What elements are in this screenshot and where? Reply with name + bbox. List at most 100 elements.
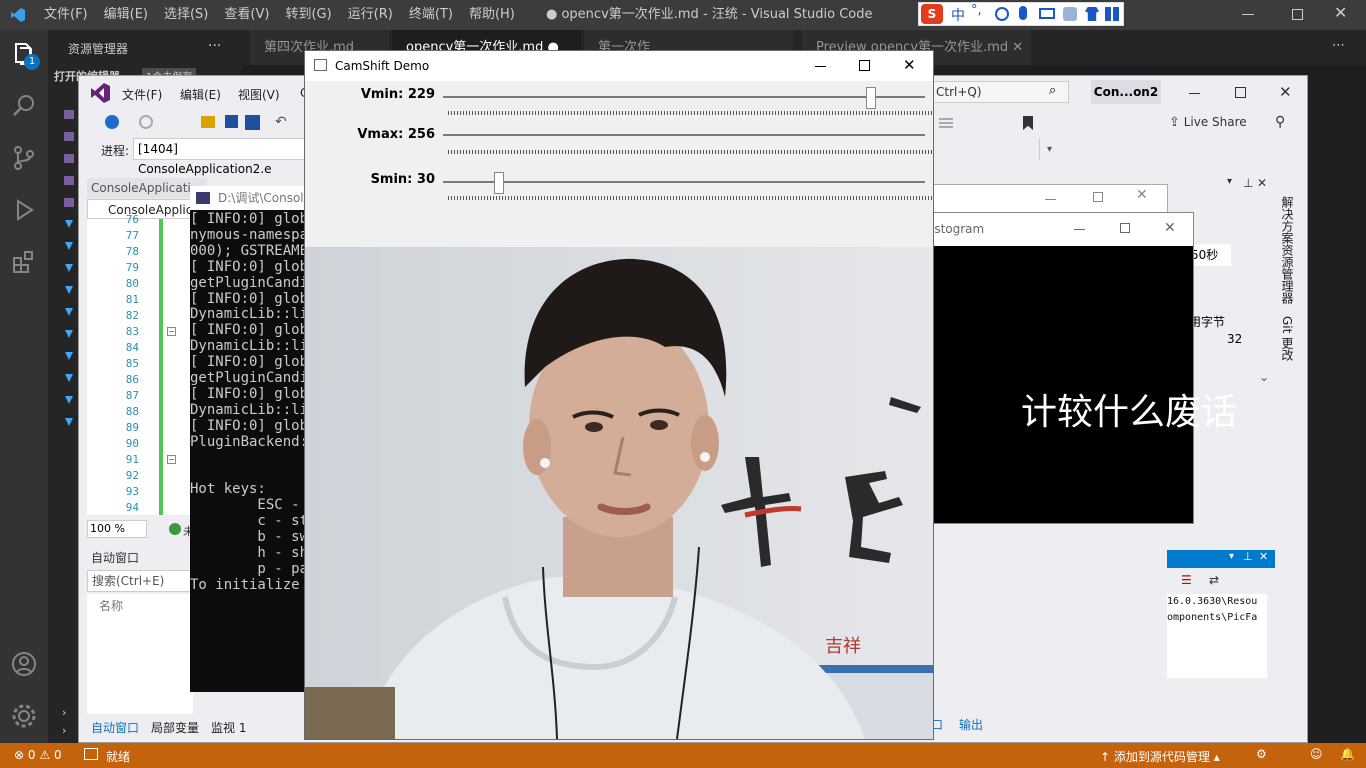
user-icon[interactable] bbox=[1063, 7, 1077, 21]
histogram-close-button[interactable]: ✕ bbox=[1164, 220, 1176, 236]
emoji-icon[interactable] bbox=[995, 7, 1009, 21]
back-minimize-button[interactable] bbox=[1045, 199, 1056, 200]
camshift-minimize-button[interactable] bbox=[815, 66, 826, 67]
vmin-slider-thumb[interactable] bbox=[865, 87, 876, 109]
explorer-more-icon[interactable]: ··· bbox=[208, 38, 221, 54]
vs-doc-tab[interactable]: ConsoleApplicati bbox=[87, 178, 207, 198]
forward-arrow-icon[interactable] bbox=[139, 115, 153, 129]
process-dropdown[interactable]: [1404] ConsoleApplication2.e bbox=[133, 138, 313, 176]
settings-gear-icon[interactable] bbox=[10, 702, 38, 730]
scroll-down-icon[interactable]: ⌄ bbox=[1259, 370, 1269, 384]
ime-toolbar[interactable]: S 中 °, bbox=[918, 2, 1124, 26]
vs-close-button[interactable]: ✕ bbox=[1279, 83, 1292, 101]
camshift-demo-window: CamShift Demo ✕ Vmin: 229 Vmax: 256 Smin… bbox=[304, 50, 934, 740]
vscode-menu-terminal[interactable]: 终端(T) bbox=[409, 0, 453, 30]
vscode-menu-edit[interactable]: 编辑(E) bbox=[104, 0, 148, 30]
collapse-91-icon[interactable]: − bbox=[167, 455, 176, 464]
zoom-dropdown[interactable]: 100 % bbox=[87, 520, 147, 538]
undo-icon[interactable]: ↶ bbox=[275, 114, 287, 130]
feedback-icon[interactable]: ⚲ bbox=[1275, 114, 1285, 130]
notifications-bell-icon[interactable]: 🔔 bbox=[1340, 747, 1355, 761]
problems-status[interactable]: ⊗ 0 ⚠ 0 bbox=[14, 748, 62, 762]
vs-menu-edit[interactable]: 编辑(E) bbox=[180, 86, 221, 103]
vscode-minimize-button[interactable] bbox=[1242, 14, 1254, 15]
auto-window-search[interactable]: 搜索(Ctrl+E) bbox=[87, 570, 193, 592]
vscode-menu-file[interactable]: 文件(F) bbox=[44, 0, 88, 30]
save-icon[interactable] bbox=[225, 115, 238, 128]
visual-studio-logo-icon bbox=[89, 82, 111, 104]
add-to-source-control-button[interactable]: ↑ 添加到源代码管理 ▴ bbox=[1100, 748, 1220, 765]
vscode-maximize-button[interactable] bbox=[1292, 9, 1303, 20]
tab-watch-1[interactable]: 监视 1 bbox=[211, 719, 246, 736]
toolbox-icon[interactable] bbox=[1105, 7, 1119, 21]
account-icon[interactable] bbox=[10, 650, 38, 678]
camshift-close-button[interactable]: ✕ bbox=[903, 56, 916, 74]
vscode-menu-selection[interactable]: 选择(S) bbox=[164, 0, 208, 30]
comment-icon[interactable] bbox=[939, 118, 953, 130]
vs-maximize-button[interactable] bbox=[1235, 87, 1246, 98]
clear-output-icon[interactable]: ☰ bbox=[1181, 573, 1192, 587]
vscode-menu-go[interactable]: 转到(G) bbox=[285, 0, 331, 30]
word-wrap-icon[interactable]: ⇄ bbox=[1209, 573, 1219, 587]
back-close-button[interactable]: ✕ bbox=[1136, 187, 1148, 203]
vscode-menubar: 文件(F) 编辑(E) 选择(S) 查看(V) 转到(G) 运行(R) 终端(T) 帮助(H) bbox=[44, 0, 531, 30]
vs-search-icon[interactable]: ⌕ bbox=[1049, 83, 1056, 98]
back-arrow-icon[interactable] bbox=[105, 115, 119, 129]
feedback-person-icon[interactable]: ☺ bbox=[1310, 747, 1323, 761]
keyboard-icon[interactable] bbox=[1039, 8, 1055, 19]
output-pin-icon[interactable]: ⊥ bbox=[1243, 550, 1253, 563]
vs-menu-file[interactable]: 文件(F) bbox=[122, 86, 162, 103]
microphone-icon[interactable] bbox=[1019, 6, 1027, 20]
histogram-maximize-button[interactable] bbox=[1120, 223, 1130, 233]
caret-up-icon: ▴ bbox=[1213, 750, 1220, 764]
search-icon[interactable] bbox=[10, 92, 38, 120]
close-tab-icon[interactable]: ✕ bbox=[1012, 40, 1023, 55]
line-number: 87 bbox=[125, 389, 139, 402]
vmin-track[interactable] bbox=[443, 96, 925, 98]
ime-lang[interactable]: 中 bbox=[951, 5, 965, 25]
histogram-minimize-button[interactable] bbox=[1074, 229, 1085, 230]
pin-icon[interactable]: ⊥ bbox=[1243, 176, 1253, 190]
vscode-menu-run[interactable]: 运行(R) bbox=[348, 0, 393, 30]
toolbar-overflow-icon[interactable]: ▾ bbox=[1047, 144, 1052, 155]
save-all-icon[interactable] bbox=[245, 115, 260, 130]
vs-menu-view[interactable]: 视图(V) bbox=[238, 86, 280, 103]
vmax-track[interactable] bbox=[443, 134, 925, 136]
collapse-83-icon[interactable]: − bbox=[167, 327, 176, 336]
output-dropdown-icon[interactable]: ▾ bbox=[1229, 551, 1234, 562]
line-number: 83 bbox=[125, 325, 139, 338]
panel-dropdown-icon[interactable]: ▾ bbox=[1227, 176, 1232, 187]
back-maximize-button[interactable] bbox=[1093, 192, 1103, 202]
vscode-menu-help[interactable]: 帮助(H) bbox=[469, 0, 515, 30]
bookmark-icon[interactable] bbox=[1023, 116, 1033, 130]
vscode-close-button[interactable]: ✕ bbox=[1334, 3, 1347, 22]
tab-output[interactable]: 输出 bbox=[959, 716, 983, 733]
notification-settings-icon[interactable]: ⚙ bbox=[1256, 747, 1267, 761]
outline-chevron-icon[interactable]: › bbox=[62, 706, 66, 719]
camshift-maximize-button[interactable] bbox=[859, 60, 870, 71]
tab-solution-explorer[interactable]: 解决方案资源管理器 bbox=[1279, 196, 1296, 304]
vscode-menu-view[interactable]: 查看(V) bbox=[224, 0, 269, 30]
skin-icon[interactable] bbox=[1085, 7, 1099, 21]
vs-minimize-button[interactable] bbox=[1189, 93, 1200, 94]
tab-auto-window[interactable]: 自动窗口 bbox=[91, 719, 139, 736]
smin-track[interactable] bbox=[443, 181, 925, 183]
panel-close-icon[interactable]: ✕ bbox=[1257, 176, 1267, 190]
output-close-icon[interactable]: ✕ bbox=[1259, 550, 1268, 563]
tab-locals[interactable]: 局部变量 bbox=[151, 719, 199, 736]
timeline-chevron-icon[interactable]: › bbox=[62, 724, 66, 737]
tab-git-changes[interactable]: Git 更改 bbox=[1279, 316, 1296, 361]
webcam-photo: 吉祥 bbox=[305, 247, 933, 739]
vs-search-box[interactable]: Ctrl+Q) bbox=[929, 81, 1069, 103]
vs-status-window-icon bbox=[84, 748, 98, 760]
ime-punct[interactable]: °, bbox=[971, 3, 982, 18]
extensions-icon[interactable] bbox=[10, 248, 38, 276]
editor-actions-icon[interactable]: ⋯ bbox=[1332, 38, 1345, 53]
vs-code-editor[interactable]: 76 77 78 79 80 81 82 83 84 85 86 87 88 89 90 91 92 93 94 −… bbox=[87, 213, 193, 515]
source-control-icon[interactable] bbox=[10, 144, 38, 172]
smin-slider-thumb[interactable] bbox=[494, 172, 505, 194]
run-debug-icon[interactable] bbox=[10, 196, 38, 224]
open-folder-icon[interactable] bbox=[201, 116, 215, 128]
name-column-header[interactable]: 名称 bbox=[87, 594, 193, 618]
live-share-button[interactable]: ⇪ Live Share bbox=[1169, 115, 1247, 130]
